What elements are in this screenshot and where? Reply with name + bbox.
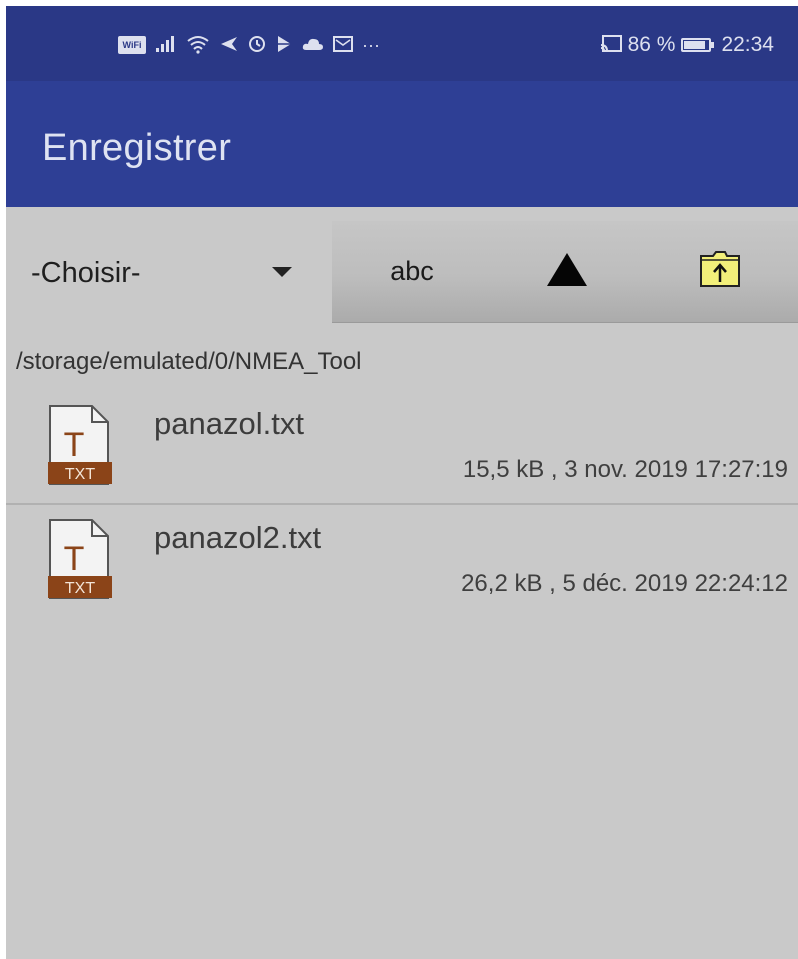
status-icons-right: 86 % 22:34 — [600, 30, 774, 60]
location-icon — [219, 35, 239, 56]
file-icon-letter: T — [64, 426, 85, 464]
toolbar: -Choisir- abc — [6, 207, 798, 323]
choose-spinner[interactable]: -Choisir- — [6, 207, 332, 323]
sort-by-name-button[interactable]: abc — [332, 221, 492, 322]
triangle-up-icon — [547, 253, 587, 286]
file-meta: 26,2 kB , 5 déc. 2019 22:24:12 — [461, 570, 788, 597]
sort-order-button[interactable] — [492, 221, 642, 322]
current-path: /storage/emulated/0/NMEA_Tool — [16, 348, 362, 375]
battery-percent: 86 % — [627, 33, 676, 56]
file-icon-tag: TXT — [65, 466, 95, 483]
file-meta: 15,5 kB , 3 nov. 2019 17:27:19 — [462, 456, 788, 483]
wifi-badge-icon: WiFi — [118, 36, 146, 54]
file-name: panazol.txt — [154, 406, 304, 441]
txt-file-icon: T TXT — [46, 404, 112, 486]
screen: WiFi ··· 86 % 22:34 Enregistrer -Choisir… — [6, 6, 798, 959]
file-icon-letter: T — [64, 540, 85, 578]
divider — [6, 503, 798, 505]
battery-icon — [681, 38, 715, 52]
alarm-icon — [248, 35, 266, 56]
cloud-icon — [302, 36, 324, 55]
page-title: Enregistrer — [42, 127, 232, 169]
clock: 22:34 — [721, 33, 774, 56]
file-row[interactable]: T TXT panazol2.txt 26,2 kB , 5 déc. 2019… — [6, 506, 798, 606]
folder-up-icon — [699, 250, 741, 293]
parent-folder-button[interactable] — [642, 221, 798, 322]
toolbar-button-group: abc — [332, 221, 798, 323]
signal-icon — [155, 35, 177, 56]
play-store-icon — [275, 35, 293, 56]
file-row[interactable]: T TXT panazol.txt 15,5 kB , 3 nov. 2019 … — [6, 392, 798, 492]
more-icon: ··· — [362, 35, 380, 55]
wifi-icon — [186, 34, 210, 57]
status-bar: WiFi ··· 86 % 22:34 — [6, 6, 798, 81]
spinner-value: -Choisir- — [31, 257, 141, 289]
mail-icon — [333, 35, 353, 56]
file-name: panazol2.txt — [154, 520, 322, 555]
status-icons-left: WiFi ··· — [118, 30, 380, 60]
file-icon-tag: TXT — [65, 580, 95, 597]
app-bar: Enregistrer — [6, 81, 798, 207]
battery-level-fill — [684, 41, 705, 49]
txt-file-icon: T TXT — [46, 518, 112, 600]
caret-down-icon — [272, 267, 292, 277]
cast-icon — [600, 34, 622, 56]
